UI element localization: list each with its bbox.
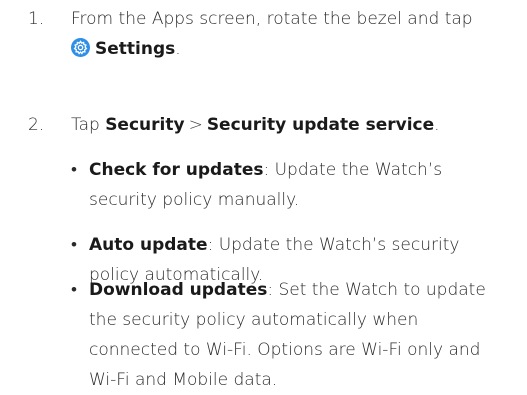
settings-gear-icon [71,37,90,57]
period: . [434,115,440,135]
step-body: From the Apps screen, rotate the bezel a… [71,4,508,64]
bullet-term: Check for updates [89,160,264,180]
step-text: Tap [71,115,100,135]
step-number: 2. [28,115,45,135]
step-1: 1. From the Apps screen, rotate the beze… [28,4,508,64]
instructions-page: 1. From the Apps screen, rotate the beze… [0,0,527,395]
security-label: Security [105,115,185,135]
bullet-term: Download updates [89,280,268,300]
bullet-text: Check for updates: Update the Watch’s se… [89,155,511,215]
bullet-term: Auto update [89,235,208,255]
period: . [175,39,181,59]
bullet-marker: • [71,160,77,180]
bullet-check-for-updates: • Check for updates: Update the Watch’s … [71,155,511,215]
bullet-marker: • [71,235,77,255]
bullet-marker: • [71,280,77,300]
step-text: From the Apps screen, rotate the bezel a… [71,9,473,29]
step-body: Tap Security > Security update service. [71,110,508,140]
security-update-service-label: Security update service [206,115,435,135]
chevron-right-icon: > [188,115,203,135]
step-number: 1. [28,9,45,29]
step-2: 2. Tap Security > Security update service. [28,110,508,140]
bullet-download-updates: • Download updates: Set the Watch to upd… [71,275,511,395]
settings-label: Settings [95,39,176,59]
bullet-text: Download updates: Set the Watch to updat… [89,275,511,395]
